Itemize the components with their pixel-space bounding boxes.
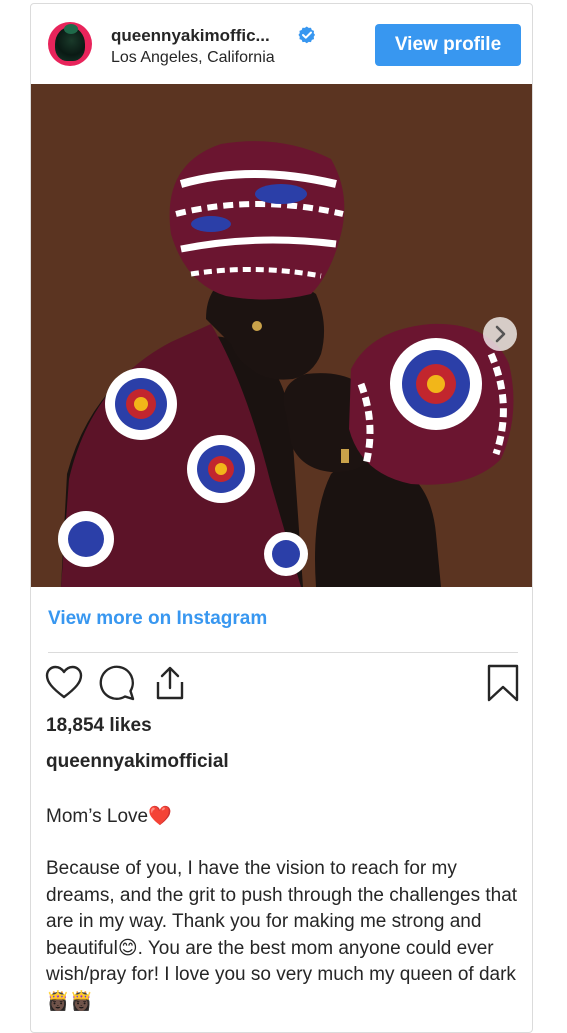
avatar-headwrap	[64, 24, 78, 34]
divider	[48, 652, 518, 653]
caption-body: Because of you, I have the vision to rea…	[46, 858, 518, 1012]
caption-title: Mom’s Love❤️	[46, 806, 172, 827]
post-header: queennyakimoffic... Los Angeles, Califor…	[31, 4, 532, 84]
view-profile-button[interactable]: View profile	[375, 24, 521, 66]
view-more-on-instagram-link[interactable]: View more on Instagram	[48, 608, 267, 630]
username[interactable]: queennyakimoffic...	[111, 26, 270, 46]
caption-username[interactable]: queennyakimofficial	[46, 751, 229, 773]
share-icon[interactable]	[150, 663, 190, 703]
verified-badge-icon	[298, 26, 316, 44]
avatar[interactable]	[48, 22, 92, 66]
location-link[interactable]: Los Angeles, California	[111, 49, 275, 67]
bookmark-icon[interactable]	[483, 663, 523, 703]
post-photo-illustration	[31, 84, 532, 587]
instagram-embed-card: queennyakimoffic... Los Angeles, Califor…	[30, 3, 533, 1033]
likes-count[interactable]: 18,854 likes	[46, 715, 152, 737]
post-image[interactable]	[31, 84, 532, 587]
next-arrow-icon[interactable]	[482, 316, 518, 352]
heart-icon[interactable]	[44, 663, 84, 703]
comment-icon[interactable]	[97, 663, 137, 703]
